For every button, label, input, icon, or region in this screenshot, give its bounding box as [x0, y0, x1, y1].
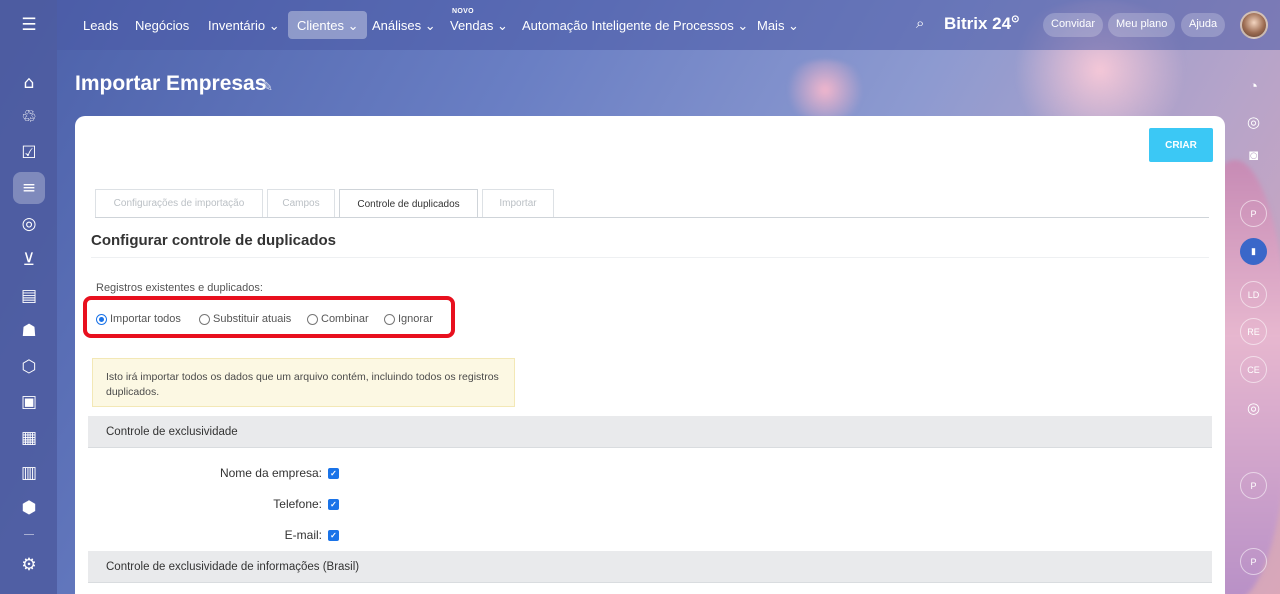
nav-clients[interactable]: Clientes ⌄	[288, 11, 368, 39]
robot-icon[interactable]: ☗	[13, 315, 45, 347]
new-badge: NOVO	[452, 8, 474, 15]
right-avatar-ld[interactable]: LD	[1240, 281, 1267, 308]
checkbox[interactable]: ✓	[328, 530, 339, 541]
chat-icon[interactable]: ◙	[1240, 142, 1267, 169]
tabs-divider	[95, 217, 1209, 218]
analytics-icon[interactable]: ▥	[13, 457, 45, 489]
check-label: Nome da empresa:	[219, 466, 322, 480]
background-blossom	[780, 60, 870, 120]
check-phone: Telefone: ✓	[88, 497, 488, 513]
page-title: Importar Empresas	[75, 72, 267, 95]
checkbox[interactable]: ✓	[328, 468, 339, 479]
avatar[interactable]	[1240, 11, 1268, 39]
invite-button[interactable]: Convidar	[1043, 13, 1104, 37]
home-icon[interactable]: ⌂	[13, 67, 45, 99]
highlight-box	[83, 296, 455, 338]
checkbox[interactable]: ✓	[328, 499, 339, 510]
uniqueness-header: Controle de exclusividade	[88, 416, 1212, 448]
main-card: CRIAR Configurações de importação Campos…	[75, 116, 1225, 594]
nav-deals[interactable]: Negócios	[135, 18, 189, 33]
nav-inventory[interactable]: Inventário ⌄	[208, 18, 280, 34]
section-divider	[91, 257, 1209, 258]
my-plan-button[interactable]: Meu plano	[1108, 13, 1176, 37]
target-icon[interactable]: ◎	[1240, 394, 1267, 421]
tab-duplicate-control[interactable]: Controle de duplicados	[339, 189, 478, 218]
settings-icon[interactable]: ⚙	[13, 549, 45, 581]
info-note: Isto irá importar todos os dados que um …	[92, 358, 515, 407]
right-avatar-p[interactable]: P	[1240, 200, 1267, 227]
automation-icon[interactable]: ⬢	[13, 492, 45, 524]
check-company-name: Nome da empresa: ✓	[88, 466, 488, 482]
check-label: E-mail:	[284, 528, 322, 542]
nav-more[interactable]: Mais ⌄	[757, 18, 799, 34]
marketing-icon[interactable]: ◎	[13, 208, 45, 240]
box-icon[interactable]: ⬡	[13, 351, 45, 383]
nav-automation[interactable]: Automação Inteligente de Processos ⌄	[522, 18, 748, 34]
copilot-icon[interactable]: ◎	[1240, 108, 1267, 135]
tab-import-settings[interactable]: Configurações de importação	[95, 189, 263, 217]
search-icon[interactable]: ⌕	[916, 15, 924, 32]
cart-icon[interactable]: ⊻	[13, 244, 45, 276]
bookmark-icon[interactable]: ▮	[1240, 238, 1267, 265]
contact-center-icon[interactable]: ▤	[13, 280, 45, 312]
right-avatar-p2[interactable]: P	[1240, 472, 1267, 499]
create-button[interactable]: CRIAR	[1149, 128, 1213, 162]
brand-logo: Bitrix 24⊙	[944, 14, 1019, 34]
right-avatar-re[interactable]: RE	[1240, 318, 1267, 345]
right-avatar-ce[interactable]: CE	[1240, 356, 1267, 383]
brand-status-icon: ⊙	[1011, 14, 1020, 25]
section-title: Configurar controle de duplicados	[91, 232, 337, 249]
check-email: E-mail: ✓	[88, 528, 488, 544]
sidebar-divider	[24, 534, 34, 535]
tasks-icon[interactable]: ☑	[13, 137, 45, 169]
records-label: Registros existentes e duplicados:	[96, 282, 263, 294]
feed-icon[interactable]: ♲	[13, 101, 45, 133]
crm-icon[interactable]: ≡	[13, 172, 45, 204]
tab-fields[interactable]: Campos	[267, 189, 335, 217]
inventory-icon[interactable]: ▣	[13, 386, 45, 418]
brand-name: Bitrix 24	[944, 14, 1012, 33]
nav-leads[interactable]: Leads	[83, 18, 118, 33]
left-sidebar: ☰ ⌂ ♲ ☑ ≡ ◎ ⊻ ▤ ☗ ⬡ ▣ ▦ ▥ ⬢ ⚙	[0, 0, 57, 594]
nav-analytics[interactable]: Análises ⌄	[372, 18, 436, 34]
tab-import[interactable]: Importar	[482, 189, 554, 217]
nav-sales[interactable]: Vendas ⌄	[450, 18, 508, 34]
check-label: Telefone:	[273, 497, 322, 511]
pin-icon[interactable]: ✎	[262, 79, 273, 95]
right-avatar-p3[interactable]: P	[1240, 548, 1267, 575]
calendar-icon[interactable]: ▦	[13, 422, 45, 454]
menu-icon[interactable]: ☰	[13, 9, 45, 41]
help-button[interactable]: Ajuda	[1181, 13, 1226, 37]
notifications-icon[interactable]: ◔	[1240, 73, 1267, 100]
uniqueness-brazil-header: Controle de exclusividade de informações…	[88, 551, 1212, 583]
